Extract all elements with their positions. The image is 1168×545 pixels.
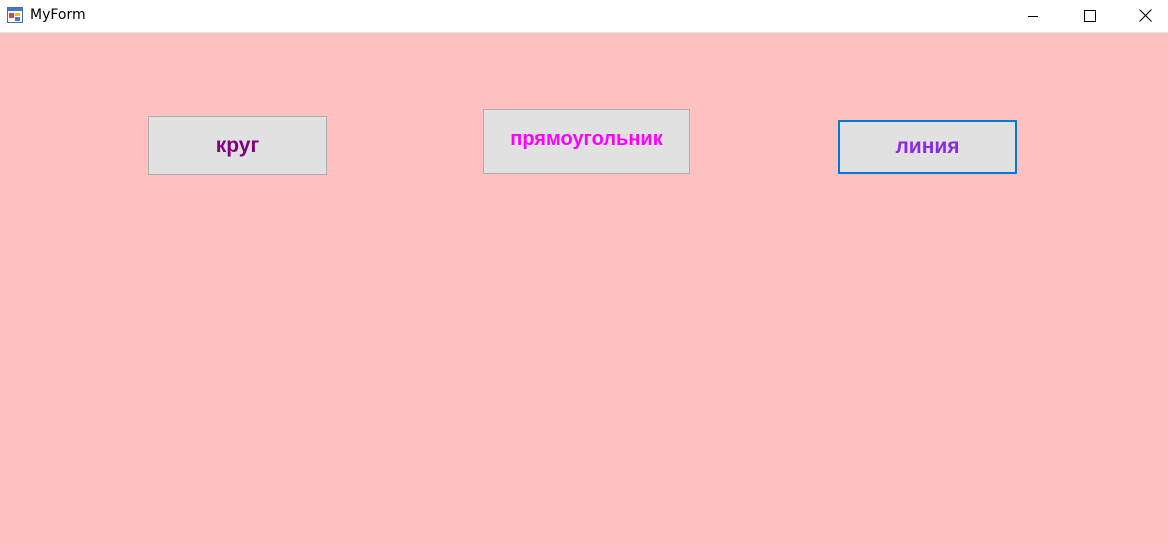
- rectangle-button[interactable]: прямоугольник: [483, 109, 690, 174]
- circle-button[interactable]: круг: [148, 116, 327, 175]
- close-icon: [1138, 7, 1152, 26]
- close-button[interactable]: [1122, 0, 1168, 32]
- minimize-icon: [1027, 7, 1039, 26]
- maximize-icon: [1084, 7, 1096, 26]
- title-bar[interactable]: MyForm: [0, 0, 1168, 33]
- window-title: MyForm: [30, 7, 86, 23]
- line-button[interactable]: линия: [838, 120, 1017, 174]
- form-client-area: круг прямоугольник линия: [0, 33, 1168, 545]
- minimize-button[interactable]: [1010, 0, 1056, 32]
- maximize-button[interactable]: [1067, 0, 1113, 32]
- winforms-app-icon: [7, 7, 23, 23]
- myform-window: MyForm круг прямоугольник линия: [0, 0, 1168, 545]
